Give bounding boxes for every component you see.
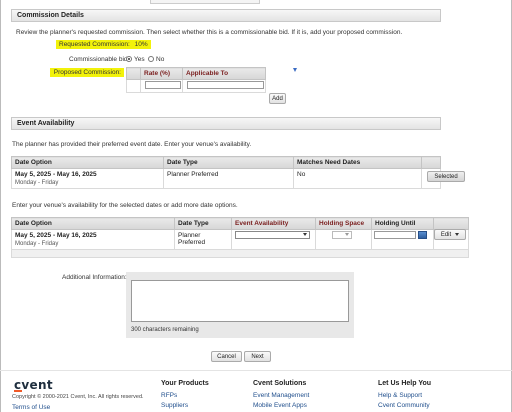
availability-intro: The planner has provided their preferred…: [12, 141, 252, 148]
yes-label: Yes: [134, 56, 145, 63]
preferred-date-type: Planner Preferred: [163, 168, 294, 189]
calendar-icon[interactable]: [418, 231, 427, 239]
additional-info-label: Additional Information:: [62, 274, 127, 281]
funnel-icon[interactable]: [293, 68, 297, 72]
venue-availability-intro: Enter your venue's availability for the …: [12, 202, 238, 209]
venue-days: Monday - Friday: [15, 241, 59, 247]
next-button[interactable]: Next: [244, 351, 271, 362]
edit-dropdown-button[interactable]: Edit: [434, 229, 466, 240]
holding-space-select[interactable]: [332, 231, 352, 239]
col-date-type: Date Type: [163, 156, 294, 169]
commission-section-header: Commission Details: [11, 9, 441, 22]
availability-section-header: Event Availability: [11, 117, 441, 130]
radio-yes-icon[interactable]: [126, 56, 132, 62]
venue-date-range: May 5, 2025 - May 16, 2025: [15, 232, 97, 239]
preferred-dates-table: Date Option Date Type Matches Need Dates…: [11, 156, 441, 189]
requested-commission-label: Requested Commission:: [59, 41, 130, 48]
footer-col-your-products: Your Products: [161, 380, 209, 387]
footer-link-help-support[interactable]: Help & Support: [378, 392, 422, 399]
col-action: [421, 156, 441, 169]
footer-link-mobile-event-apps[interactable]: Mobile Event Apps: [253, 402, 307, 409]
requested-commission: Requested Commission: 10%: [56, 40, 151, 49]
table-corner: [126, 67, 141, 80]
chevron-down-icon: [345, 233, 349, 236]
table-row-index: [126, 79, 141, 93]
col-venue-date-option: Date Option: [11, 217, 175, 230]
col-holding-until: Holding Until: [371, 217, 434, 230]
commissionable-bid-label: Commissionable bid:: [69, 56, 130, 63]
col-date-option: Date Option: [11, 156, 164, 169]
preferred-date-range: May 5, 2025 - May 16, 2025: [15, 171, 97, 178]
venue-date-type: Planner Preferred: [174, 229, 232, 250]
applicable-to-input[interactable]: [187, 81, 264, 89]
cancel-button[interactable]: Cancel: [211, 351, 242, 362]
rate-input[interactable]: [145, 81, 181, 89]
add-commission-button[interactable]: Add: [269, 93, 286, 104]
col-holding-space: Holding Space: [315, 217, 372, 230]
logo-accent: [14, 390, 22, 392]
col-matches-need-dates: Matches Need Dates: [293, 156, 422, 169]
footer-link-suppliers[interactable]: Suppliers: [161, 402, 188, 409]
terms-of-use-link[interactable]: Terms of Use: [12, 404, 50, 411]
col-venue-action: [433, 217, 469, 230]
col-venue-date-type: Date Type: [174, 217, 232, 230]
footer-divider: [0, 370, 512, 371]
no-label: No: [156, 56, 165, 63]
proposed-commission-table: Rate (%) Applicable To: [126, 67, 266, 93]
footer-link-rfps[interactable]: RFPs: [161, 392, 177, 399]
col-rate-header: Rate (%): [140, 67, 183, 80]
requested-commission-value: 10%: [134, 41, 148, 48]
col-applicable-header: Applicable To: [182, 67, 266, 80]
top-tab-stub: [150, 0, 260, 4]
copyright-text: Copyright © 2000-2021 Cvent, Inc. All ri…: [12, 394, 144, 400]
col-event-availability: Event Availability: [231, 217, 316, 230]
characters-remaining: 300 characters remaining: [131, 327, 199, 333]
edit-label: Edit: [440, 231, 452, 238]
footer-link-event-management[interactable]: Event Management: [253, 392, 309, 399]
holding-until-input[interactable]: [374, 231, 416, 239]
commissionable-yes-option[interactable]: Yes: [126, 56, 145, 63]
footer-col-let-us-help-you: Let Us Help You: [378, 380, 432, 387]
event-availability-select[interactable]: [235, 231, 310, 239]
footer-link-cvent-community[interactable]: Cvent Community: [378, 402, 430, 409]
proposed-commission-label: Proposed Commission:: [50, 68, 124, 77]
chevron-down-icon: [303, 233, 307, 236]
footer-col-cvent-solutions: Cvent Solutions: [253, 380, 307, 387]
commissionable-no-option[interactable]: No: [148, 56, 164, 63]
commission-intro: Review the planner's requested commissio…: [16, 29, 403, 36]
preferred-days: Monday - Friday: [15, 180, 59, 186]
preferred-matches: No: [293, 168, 422, 189]
table-footer-spacer: [11, 249, 469, 258]
caret-down-icon: [455, 233, 460, 236]
radio-no-icon[interactable]: [148, 56, 154, 62]
selected-button[interactable]: Selected: [427, 171, 465, 182]
additional-info-textarea[interactable]: [131, 280, 349, 322]
table-row: May 5, 2025 - May 16, 2025 Monday - Frid…: [11, 168, 441, 189]
